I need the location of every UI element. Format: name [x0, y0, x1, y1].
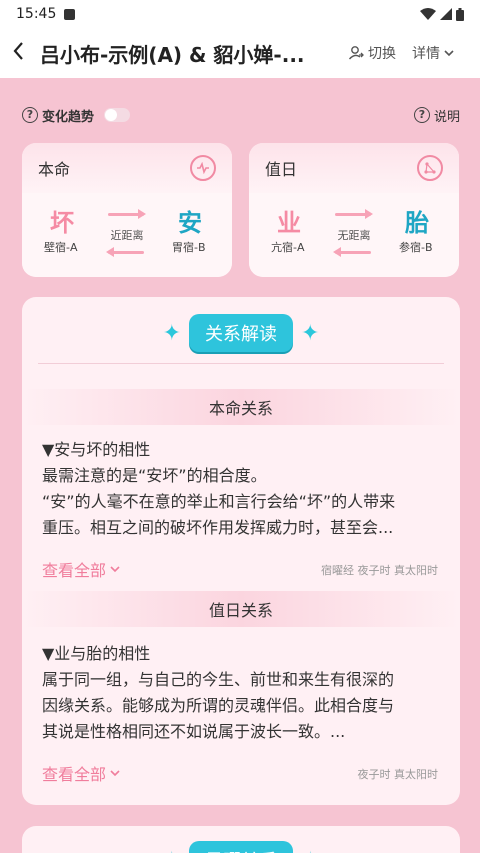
left-mansion-label: 亢宿-A [271, 241, 305, 254]
notification-icon [64, 8, 76, 20]
battery-icon [456, 7, 464, 21]
switch-user-icon [348, 46, 364, 60]
switch-label: 切换 [368, 46, 396, 62]
sparkle-icon: ✦ [162, 320, 181, 346]
card-body: 坏 壁宿-A 近距离 安 胃宿-B [22, 193, 232, 277]
panel-title: 星曜关系 [189, 841, 293, 853]
right-mansion-label: 参宿-B [399, 241, 433, 254]
sparkle-icon: ✦ [301, 848, 319, 853]
switch-button[interactable]: 切换 [348, 43, 396, 63]
sparkle-icon: ✦ [163, 848, 181, 853]
trend-toggle[interactable] [104, 108, 131, 122]
arrow-right-icon [108, 209, 146, 219]
view-all-label: 查看全部 [42, 765, 107, 784]
arrow-left-icon [106, 247, 144, 257]
page-title: 吕小布-示例(A) & 貂小婵-... [40, 42, 305, 67]
section-head-benming: 本命关系 [22, 389, 460, 425]
meta-info: 夜子时 真太阳时 [357, 768, 439, 781]
status-time: 15:45 [16, 6, 57, 22]
status-right [420, 7, 464, 21]
text-line: ▼安与坏的相性 [42, 440, 151, 459]
text-line: 因缘关系。能够成为所谓的灵魂伴侣。此相合度与 [42, 696, 395, 715]
left-mansion-char: 业 [277, 209, 301, 237]
card-head: 本命 [22, 143, 232, 193]
pulse-icon [190, 155, 216, 181]
wifi-icon [420, 8, 436, 20]
arrow-right-icon [335, 209, 373, 219]
divider [38, 363, 444, 364]
trend-control: ? 变化趋势 [22, 106, 131, 125]
chevron-down-icon [110, 770, 120, 777]
text-line: 其说是性格相同还不如说属于波长一致。... [42, 722, 346, 741]
distance-label: 近距离 [110, 229, 144, 242]
back-chevron-icon [13, 42, 23, 60]
text-line: “安”的人毫不在意的举止和言行会给“坏”的人带来 [42, 492, 396, 511]
card-label: 值日 [265, 160, 298, 179]
zhiri-card[interactable]: 值日 业 亢宿-A 无距离 胎 参宿-B [249, 143, 459, 277]
right-mansion-char: 安 [178, 209, 202, 237]
trend-label: 变化趋势 [42, 109, 95, 125]
chevron-down-icon [444, 50, 454, 57]
help-label: 说明 [433, 109, 460, 125]
panel-title-row: ✦ 星曜关系 ✦ [22, 840, 460, 853]
text-line: 属于同一组，与自己的今生、前世和来生有很深的 [42, 670, 395, 689]
card-body: 业 亢宿-A 无距离 胎 参宿-B [249, 193, 459, 277]
chevron-down-icon [110, 566, 120, 573]
right-mansion-label: 胃宿-B [172, 241, 206, 254]
text-line: 最需注意的是“安坏”的相合度。 [42, 466, 267, 485]
help-question-icon: ? [413, 107, 430, 123]
view-all-label: 查看全部 [42, 561, 107, 580]
panel-title: 关系解读 [189, 314, 293, 352]
left-mansion-char: 坏 [50, 209, 74, 237]
status-left: 15:45 [16, 6, 76, 22]
view-all-button[interactable]: 查看全部 [42, 557, 120, 581]
distance-label: 无距离 [337, 229, 371, 242]
card-label: 本命 [38, 160, 71, 179]
panel-title-row: ✦ 关系解读 ✦ [22, 313, 460, 353]
triangle-link-icon [417, 155, 443, 181]
sparkle-icon: ✦ [301, 320, 320, 346]
meta-info: 宿曜经 夜子时 真太阳时 [321, 564, 438, 577]
benming-card[interactable]: 本命 坏 壁宿-A 近距离 安 胃宿-B [22, 143, 232, 277]
view-all-button[interactable]: 查看全部 [42, 761, 120, 785]
text-line: ▼业与胎的相性 [42, 644, 151, 663]
back-button[interactable] [12, 41, 40, 65]
right-mansion-char: 胎 [405, 209, 429, 237]
left-mansion-label: 壁宿-A [44, 241, 78, 254]
relationship-panel: ✦ 关系解读 ✦ 本命关系 ▼安与坏的相性 最需注意的是“安坏”的相合度。 “安… [22, 297, 460, 805]
arrow-left-icon [333, 247, 371, 257]
text-line: 重压。相互之间的破坏作用发挥威力时，甚至会... [42, 518, 394, 537]
section-body-zhiri: ▼业与胎的相性 属于同一组，与自己的今生、前世和来生有很深的 因缘关系。能够成为… [42, 641, 442, 745]
star-relationship-panel: ✦ 星曜关系 ✦ [22, 826, 460, 853]
signal-icon [440, 8, 452, 20]
section-body-benming: ▼安与坏的相性 最需注意的是“安坏”的相合度。 “安”的人毫不在意的举止和言行会… [42, 437, 442, 541]
status-bar: 15:45 [0, 0, 480, 28]
app-header: 吕小布-示例(A) & 貂小婵-... 切换 详情 [0, 28, 480, 78]
detail-label: 详情 [412, 46, 440, 62]
trend-row: ? 变化趋势 ? 说明 [22, 104, 460, 126]
help-button[interactable]: ? 说明 [413, 106, 460, 125]
detail-button[interactable]: 详情 [412, 43, 454, 63]
card-head: 值日 [249, 143, 459, 193]
question-icon[interactable]: ? [22, 107, 38, 123]
section-head-zhiri: 值日关系 [22, 591, 460, 627]
